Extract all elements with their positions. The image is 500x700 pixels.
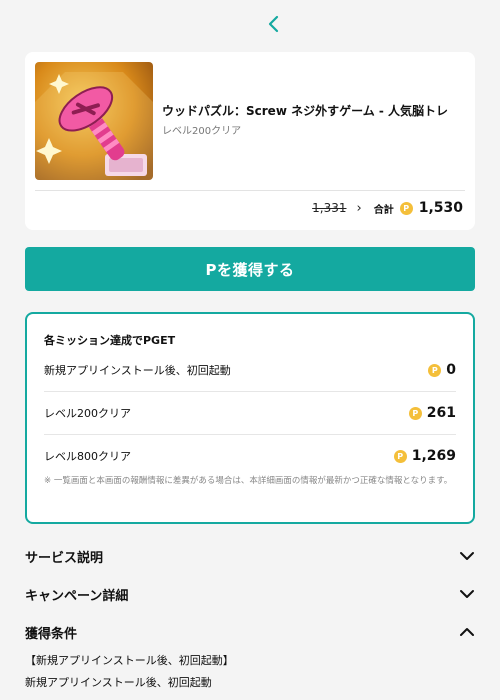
back-button[interactable] — [262, 12, 286, 36]
condition-heading: 【新規アプリインストール後、初回起動】 — [25, 654, 234, 667]
mission-points-value: 261 — [426, 405, 456, 421]
mission-points: P 1,269 — [393, 448, 456, 464]
mission-points-value: 1,269 — [411, 448, 456, 464]
chevron-down-icon — [460, 590, 474, 598]
section-title: サービス説明 — [25, 550, 104, 566]
chevron-left-icon — [268, 15, 279, 33]
mission-points: P 0 — [428, 362, 456, 378]
old-price: 1,331 — [312, 201, 347, 215]
section-title: キャンペーン詳細 — [25, 588, 129, 604]
mission-row: 新規アプリインストール後、初回起動 P 0 — [44, 349, 456, 391]
mission-label: レベル200クリア — [44, 407, 131, 420]
mission-points-value: 0 — [446, 362, 456, 378]
mission-label: レベル800クリア — [44, 450, 131, 463]
price-row: 1,331 › 合計 P 1,530 — [312, 200, 463, 216]
chevron-right-icon: › — [356, 200, 362, 216]
divider — [35, 190, 465, 191]
section-title: 獲得条件 — [25, 626, 78, 642]
chevron-down-icon — [460, 552, 474, 560]
conditions-toggle[interactable]: 獲得条件 — [25, 620, 475, 644]
coin-icon: P — [428, 363, 442, 377]
chevron-up-icon — [460, 628, 474, 636]
app-card: ウッドパズル：Screw ネジ外すゲーム - 人気脳トレ レベル200クリア 1… — [25, 52, 475, 230]
total-label: 合計 — [373, 204, 394, 216]
screw-game-icon — [35, 62, 153, 180]
mission-label: 新規アプリインストール後、初回起動 — [44, 364, 231, 377]
missions-panel: 各ミッション達成でPGET 新規アプリインストール後、初回起動 P 0 レベル2… — [25, 312, 475, 524]
app-subtitle: レベル200クリア — [162, 126, 242, 137]
coin-icon: P — [393, 449, 407, 463]
total-value: 1,530 — [418, 200, 463, 216]
coin-icon: P — [408, 406, 422, 420]
missions-heading: 各ミッション達成でPGET — [44, 334, 176, 347]
campaign-details-toggle[interactable]: キャンペーン詳細 — [25, 582, 475, 606]
mission-row: レベル200クリア P 261 — [44, 392, 456, 434]
coin-icon: P — [399, 201, 413, 215]
mission-row: レベル800クリア P 1,269 — [44, 435, 456, 477]
missions-note: ※ 一覧画面と本画面の報酬情報に差異がある場合は、本詳細画面の情報が最新かつ正確… — [44, 476, 453, 486]
app-title: ウッドパズル：Screw ネジ外すゲーム - 人気脳トレ — [162, 104, 449, 118]
condition-text: 新規アプリインストール後、初回起動 — [25, 676, 212, 689]
get-points-button[interactable]: Pを獲得する — [25, 247, 475, 291]
mission-points: P 261 — [408, 405, 456, 421]
app-thumbnail[interactable] — [35, 62, 153, 180]
service-description-toggle[interactable]: サービス説明 — [25, 544, 475, 568]
